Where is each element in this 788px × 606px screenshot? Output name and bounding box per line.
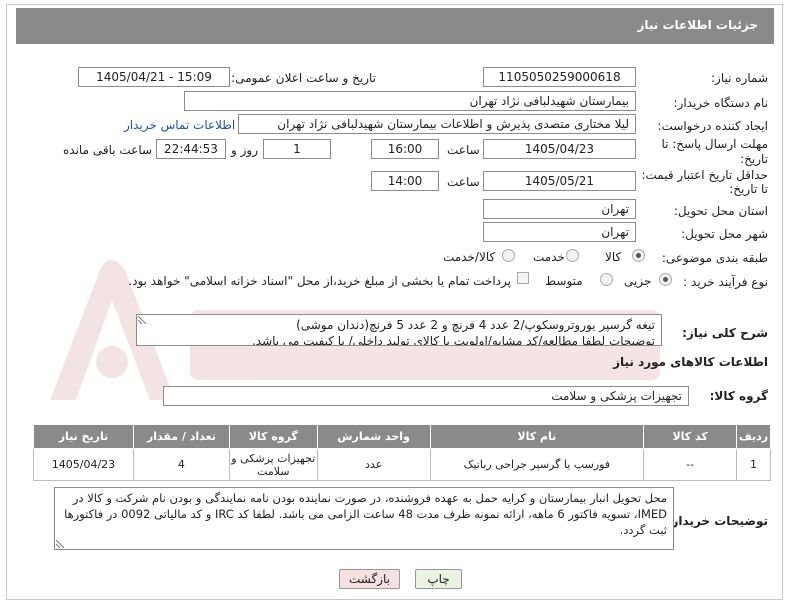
need-number-field[interactable]: 1105050259000618 bbox=[483, 67, 636, 87]
category-option-goods-service: کالا/خدمت bbox=[443, 250, 496, 264]
requester-label: ایجاد کننده درخواست: bbox=[657, 119, 768, 133]
col-row: ردیف bbox=[736, 424, 771, 449]
goods-group-label: گروه کالا: bbox=[709, 389, 768, 403]
city-label: شهر محل تحویل: bbox=[681, 227, 768, 241]
buyer-notes-label: توضیحات خریدار: bbox=[666, 514, 768, 528]
goods-table: ردیف کد کالا نام کالا واحد شمارش گروه کا… bbox=[33, 424, 771, 481]
col-unit: واحد شمارش bbox=[316, 424, 431, 449]
deadline-date-field[interactable]: 1405/04/23 bbox=[483, 139, 636, 159]
category-label: طبقه بندی موضوعی: bbox=[661, 251, 768, 265]
validity-time-label: ساعت bbox=[447, 175, 480, 189]
category-radio-service[interactable] bbox=[566, 249, 579, 262]
requester-field[interactable]: لیلا مختاری متصدی پذیرش و اطلاعات بیمارس… bbox=[238, 114, 636, 134]
payment-note: پرداخت تمام یا بخشی از مبلغ خرید،از محل … bbox=[128, 274, 511, 288]
need-number-label: شماره نیاز: bbox=[711, 71, 768, 85]
treasury-checkbox[interactable] bbox=[517, 272, 529, 284]
col-qty: تعداد / مقدار bbox=[132, 424, 230, 449]
deadline-label: مهلت ارسال پاسخ: تا bbox=[661, 137, 768, 151]
buyer-notes-textarea[interactable]: محل تحویل انبار بیمارستان و کرایه حمل به… bbox=[54, 487, 674, 550]
cell-row: 1 bbox=[736, 448, 771, 481]
deadline-time-label: ساعت bbox=[447, 143, 480, 157]
process-option-minor: جزیی bbox=[624, 274, 652, 288]
col-code: کد کالا bbox=[643, 424, 738, 449]
resize-handle-icon[interactable] bbox=[138, 316, 146, 324]
cell-code: -- bbox=[643, 448, 738, 481]
validity-date-field[interactable]: 1405/05/21 bbox=[483, 171, 636, 191]
cell-name: فورسپ یا گرسپر جراحی رباتیک bbox=[429, 448, 645, 481]
category-option-goods: کالا bbox=[605, 250, 622, 264]
description-label: شرح کلی نیاز: bbox=[682, 326, 768, 340]
buyer-org-field[interactable]: بیمارستان شهیدلبافی نژاد تهران bbox=[184, 91, 636, 111]
cell-qty: 4 bbox=[132, 448, 230, 481]
validity-time-field[interactable]: 14:00 bbox=[371, 171, 439, 191]
validity-label: حداقل تاریخ اعتبار قیمت: bbox=[641, 168, 768, 182]
category-radio-goods-service[interactable] bbox=[502, 249, 515, 262]
announce-field[interactable]: 1405/04/21 - 15:09 bbox=[78, 67, 230, 87]
province-label: استان محل تحویل: bbox=[673, 204, 768, 218]
goods-info-title: اطلاعات کالاهای مورد نیاز bbox=[613, 355, 768, 369]
announce-label: تاریخ و ساعت اعلان عمومی: bbox=[231, 71, 376, 85]
process-radio-medium[interactable] bbox=[600, 273, 613, 286]
description-line-2: توضیحات لطفا مطالعه/کد مشابه/اولویت با ک… bbox=[251, 334, 655, 346]
col-date: تاریخ نیاز bbox=[33, 424, 134, 449]
col-group: گروه کالا bbox=[228, 424, 318, 449]
table-header-row: ردیف کد کالا نام کالا واحد شمارش گروه کا… bbox=[33, 424, 771, 449]
page-title: جزئیات اطلاعات نیاز bbox=[16, 8, 774, 44]
description-line-1: تیغه گرسپر یوروتروسکوپ/2 عدد 4 فرنچ و 2 … bbox=[296, 318, 655, 332]
buyer-org-label: نام دستگاه خریدار: bbox=[673, 96, 769, 110]
cell-group: تجهیزات پزشکی و سلامت bbox=[228, 448, 318, 481]
category-option-service: خدمت bbox=[533, 250, 565, 264]
buyer-contact-link[interactable]: اطلاعات تماس خریدار bbox=[124, 118, 235, 132]
remaining-time-field[interactable]: 22:44:53 bbox=[156, 139, 226, 159]
back-button[interactable]: بازگشت bbox=[339, 569, 400, 589]
process-option-medium: متوسط bbox=[545, 274, 583, 288]
table-row[interactable]: 1 -- فورسپ یا گرسپر جراحی رباتیک عدد تجه… bbox=[33, 448, 771, 481]
remaining-label: ساعت باقی مانده bbox=[63, 143, 153, 157]
description-textarea[interactable]: تیغه گرسپر یوروتروسکوپ/2 عدد 4 فرنچ و 2 … bbox=[136, 314, 662, 346]
goods-group-field[interactable]: تجهیزات پزشکی و سلامت bbox=[163, 386, 689, 406]
province-field[interactable]: تهران bbox=[483, 199, 636, 219]
deadline-time-field[interactable]: 16:00 bbox=[371, 139, 439, 159]
validity-label-2: تا تاریخ: bbox=[729, 182, 768, 196]
process-label: نوع فرآیند خرید : bbox=[683, 275, 768, 289]
days-label: روز و bbox=[231, 143, 258, 157]
category-radio-goods[interactable] bbox=[632, 249, 645, 262]
days-field[interactable]: 1 bbox=[263, 139, 331, 159]
print-button[interactable]: چاپ bbox=[415, 569, 462, 589]
resize-handle-icon[interactable] bbox=[56, 540, 64, 548]
deadline-label-2: تاریخ: bbox=[740, 152, 768, 166]
cell-date: 1405/04/23 bbox=[33, 448, 134, 481]
process-radio-minor[interactable] bbox=[659, 273, 672, 286]
col-name: نام کالا bbox=[429, 424, 645, 449]
city-field[interactable]: تهران bbox=[483, 222, 636, 242]
cell-unit: عدد bbox=[316, 448, 431, 481]
